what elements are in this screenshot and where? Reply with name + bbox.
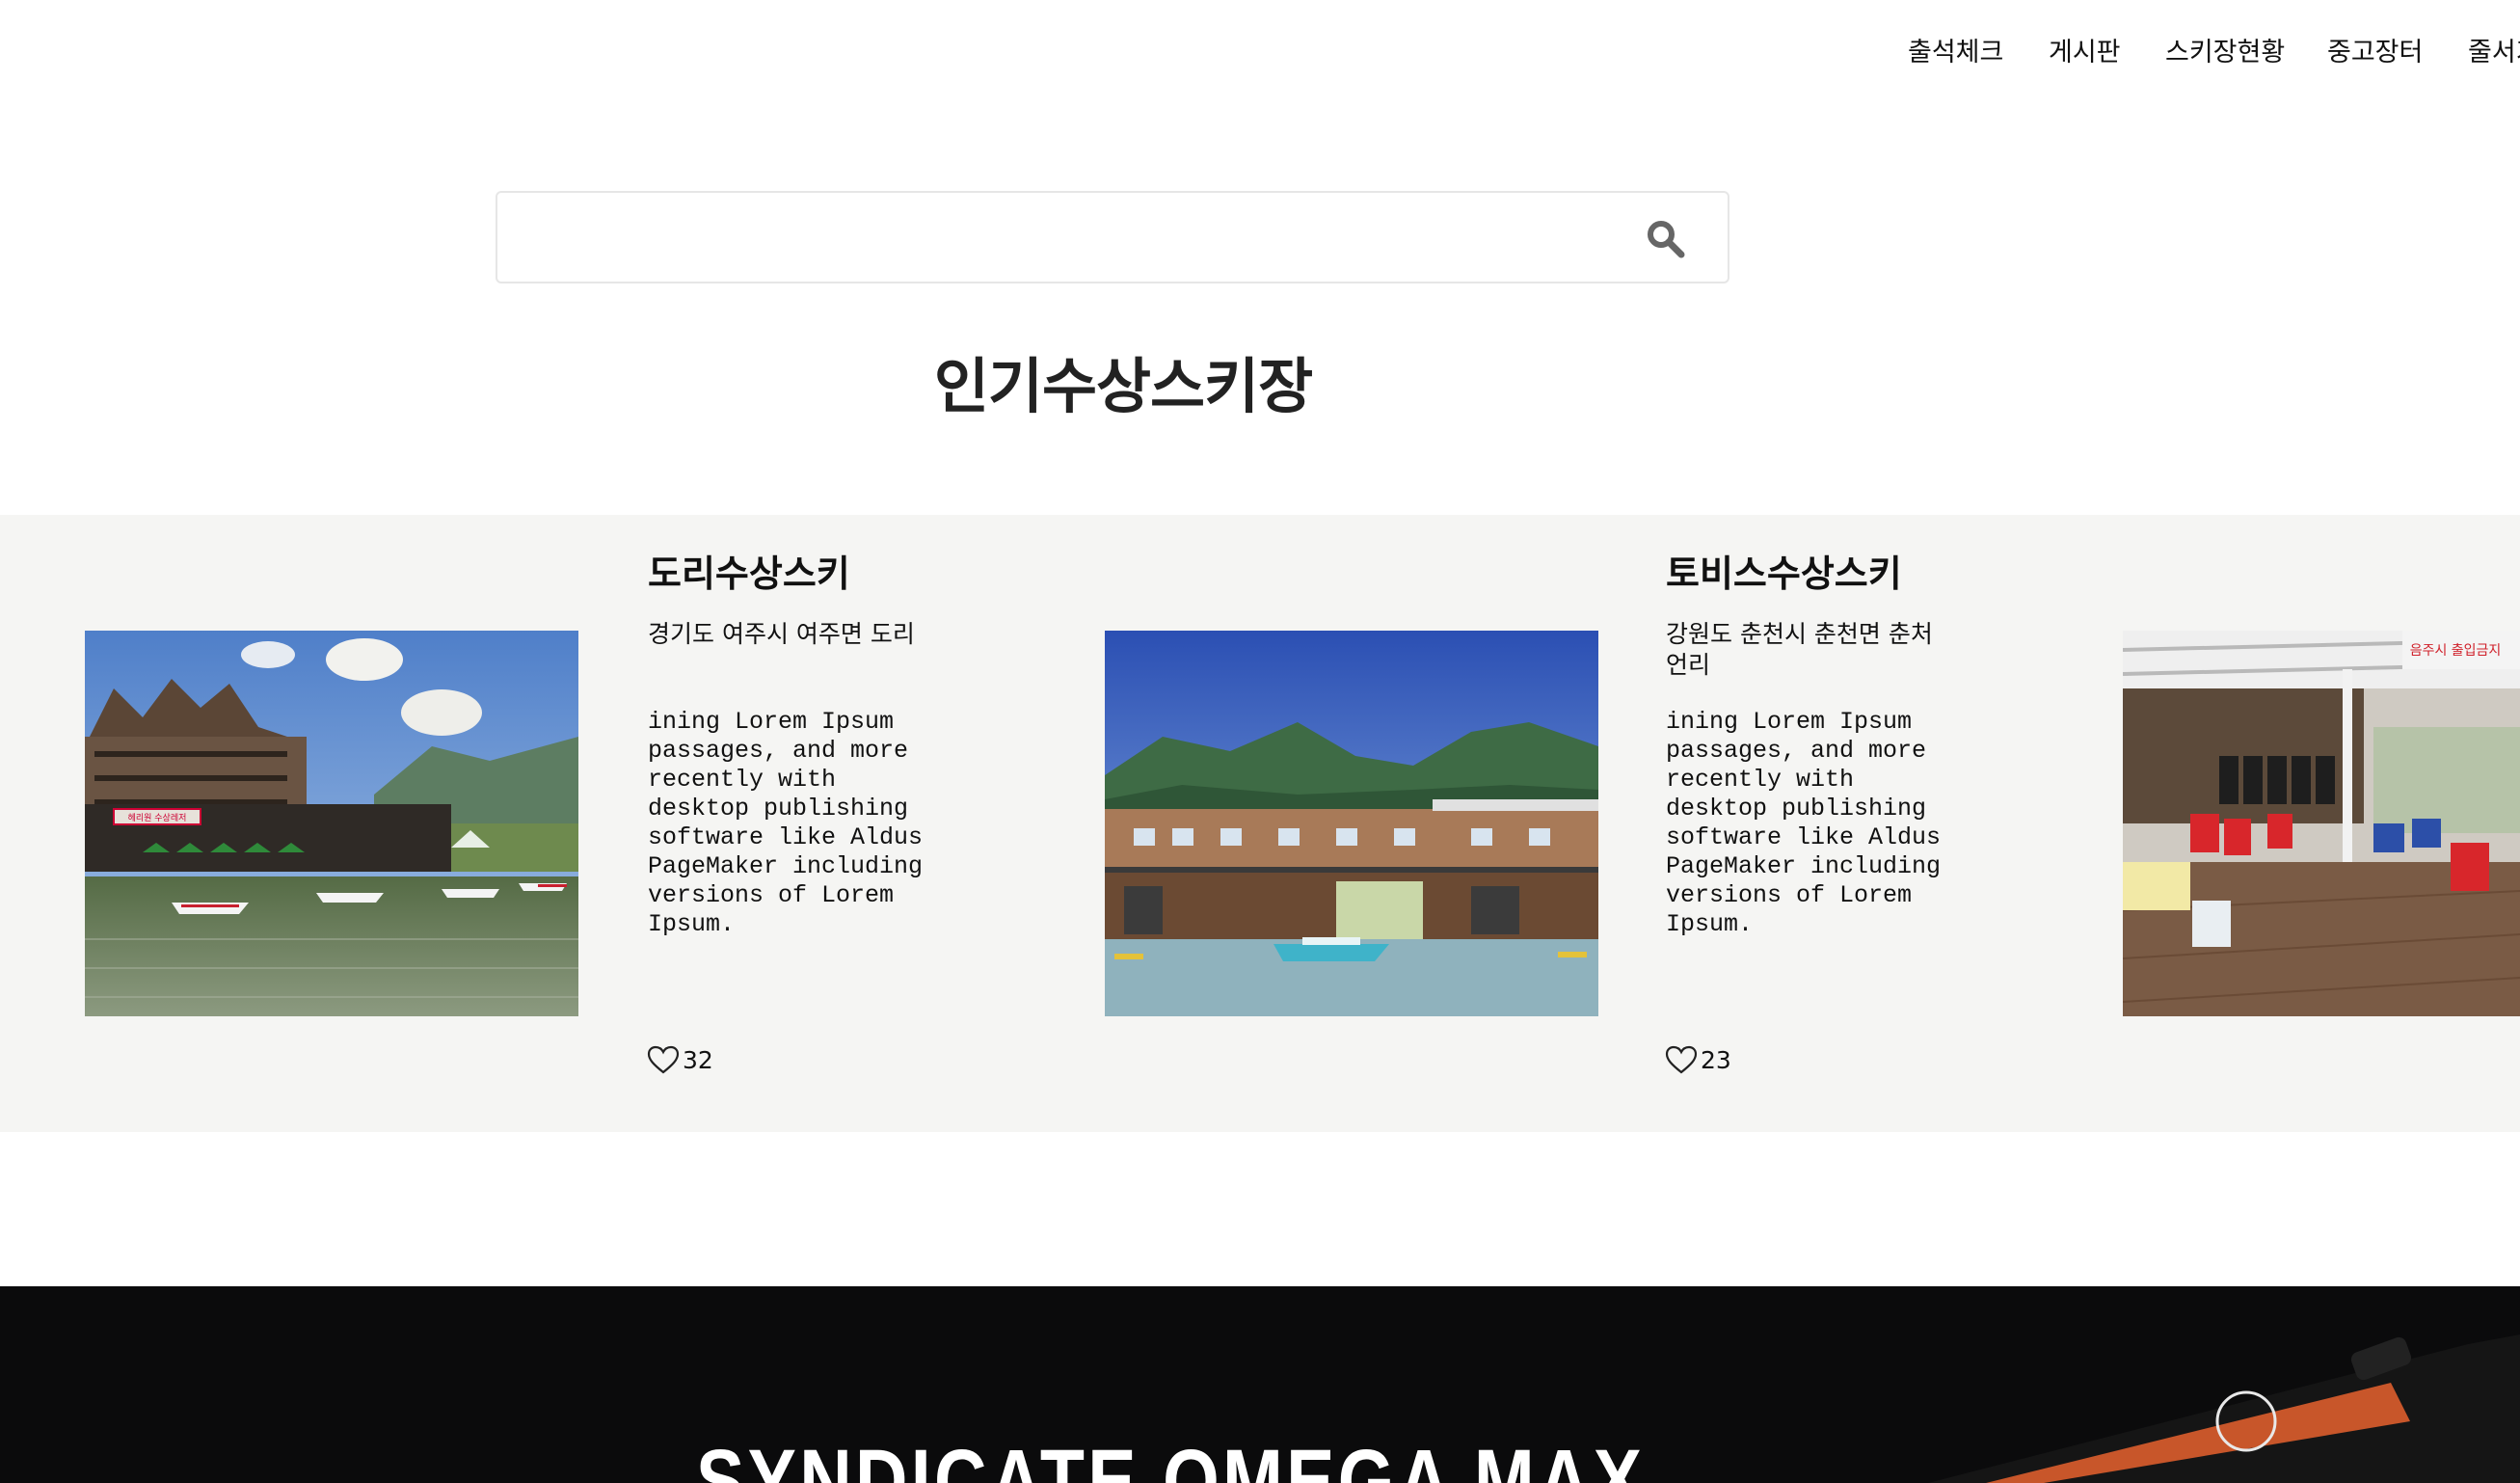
section-title: 인기수상스키장 xyxy=(933,351,1313,421)
search-button[interactable] xyxy=(1645,218,1687,260)
like-button-dori[interactable]: 32 xyxy=(646,1043,713,1076)
nav-board[interactable]: 게시판 xyxy=(2049,31,2121,68)
resort-sign-text: 헤리원 수상레저 xyxy=(128,812,187,823)
search-input[interactable] xyxy=(497,193,1635,282)
popular-resorts-carousel: 헤리원 수상레저 도리수상스키 경기도 여주시 여주면 도리 ining Lor… xyxy=(0,515,2520,1132)
like-count-tobis: 23 xyxy=(1701,1045,1731,1074)
like-button-tobis[interactable]: 23 xyxy=(1664,1043,1731,1076)
banner-title: SYNDICATE OMEGA MAX xyxy=(696,1432,1646,1483)
card-description-tobis: ining Lorem Ipsum passages, and more rec… xyxy=(1666,708,1942,938)
nav-attendance[interactable]: 출석체크 xyxy=(1908,31,2003,68)
heart-icon xyxy=(647,1045,680,1074)
promo-banner[interactable]: SYNDICATE OMEGA MAX xyxy=(0,1286,2520,1483)
search-bar xyxy=(496,191,1729,283)
card-title-dori[interactable]: 도리수상스키 xyxy=(648,544,850,597)
resort-photo-dori[interactable]: 헤리원 수상레저 xyxy=(85,631,578,1016)
top-nav: 출석체크 게시판 스키장현황 중고장터 줄서기 xyxy=(0,0,2520,100)
card-title-tobis[interactable]: 토비스수상스키 xyxy=(1666,544,1902,597)
nav-ski-status[interactable]: 스키장현황 xyxy=(2165,31,2285,68)
shop-sign-text: 음주시 출입금지 xyxy=(2410,643,2502,659)
resort-photo-third[interactable]: 음주시 출입금지 xyxy=(2123,631,2520,1016)
nav-market[interactable]: 중고장터 xyxy=(2327,31,2423,68)
resort-photo-tobis[interactable] xyxy=(1105,631,1598,1016)
card-address-tobis: 강원도 춘천시 춘천면 춘처언리 xyxy=(1666,620,1933,679)
like-count-dori: 32 xyxy=(683,1045,713,1074)
nav-queue[interactable]: 줄서기 xyxy=(2468,31,2520,68)
search-icon xyxy=(1648,221,1685,258)
card-address-dori: 경기도 여주시 여주면 도리 xyxy=(648,620,915,648)
card-description-dori: ining Lorem Ipsum passages, and more rec… xyxy=(648,708,924,938)
heart-icon xyxy=(1665,1045,1698,1074)
